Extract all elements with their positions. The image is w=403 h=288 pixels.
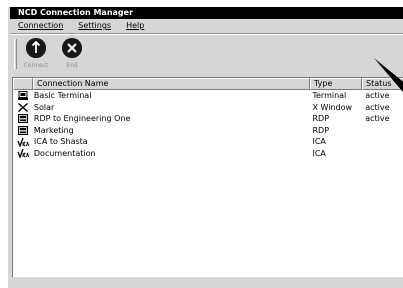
menu-connection[interactable]: Connection <box>10 19 70 33</box>
connection-type: X Window <box>312 102 353 112</box>
connection-name: Basic Terminal <box>33 91 92 101</box>
rdp-icon <box>13 125 33 136</box>
column-header-icon[interactable] <box>13 78 33 90</box>
connection-type: ICA <box>312 137 326 147</box>
column-header-type[interactable]: Type <box>310 78 362 90</box>
list-header: Connection Name Type Status <box>13 78 403 90</box>
arrow-pointer-icon <box>374 52 403 92</box>
ica-icon <box>13 148 33 159</box>
connection-name: Solar <box>33 102 55 112</box>
connect-label: Connect <box>23 62 49 69</box>
close-icon <box>62 38 82 58</box>
toolbar-grip[interactable] <box>14 39 17 69</box>
connection-status: active <box>365 114 390 124</box>
connection-type: RDP <box>312 114 330 124</box>
connection-type: Terminal <box>312 91 347 101</box>
end-button[interactable]: End <box>56 38 88 74</box>
status-bar <box>10 279 403 288</box>
table-row[interactable]: Marketing RDP <box>13 125 403 137</box>
ica-icon <box>13 136 33 147</box>
toolbar: Connect End <box>10 35 403 77</box>
menu-help[interactable]: Help <box>118 19 151 33</box>
x-window-icon <box>13 102 33 113</box>
list-rows: Basic Terminal Terminal active Solar X W… <box>13 90 403 159</box>
connection-name: ICA to Shasta <box>33 137 88 147</box>
connection-type: ICA <box>312 148 326 158</box>
connect-icon <box>26 38 46 58</box>
connection-type: RDP <box>312 125 330 135</box>
connection-list[interactable]: Connection Name Type Status Basic Termin… <box>12 77 403 277</box>
connection-name: RDP to Engineering One <box>33 114 131 124</box>
table-row[interactable]: Basic Terminal Terminal active <box>13 90 403 102</box>
connection-name: Marketing <box>33 125 74 135</box>
end-label: End <box>66 62 78 69</box>
connection-name: Documentation <box>33 148 96 158</box>
table-row[interactable]: ICA to Shasta ICA <box>13 136 403 148</box>
table-row[interactable]: RDP to Engineering One RDP active <box>13 113 403 125</box>
connection-manager-window: NCD Connection Manager Connection Settin… <box>7 6 403 288</box>
connect-button[interactable]: Connect <box>20 38 52 74</box>
rdp-icon <box>13 113 33 124</box>
terminal-icon <box>13 90 33 101</box>
menu-settings[interactable]: Settings <box>70 19 118 33</box>
window-title: NCD Connection Manager <box>10 7 403 19</box>
menu-bar: Connection Settings Help <box>10 19 403 33</box>
column-header-name[interactable]: Connection Name <box>33 78 310 90</box>
connection-status: active <box>365 91 390 101</box>
table-row[interactable]: Documentation ICA <box>13 148 403 160</box>
connection-status: active <box>365 102 390 112</box>
table-row[interactable]: Solar X Window active <box>13 102 403 114</box>
